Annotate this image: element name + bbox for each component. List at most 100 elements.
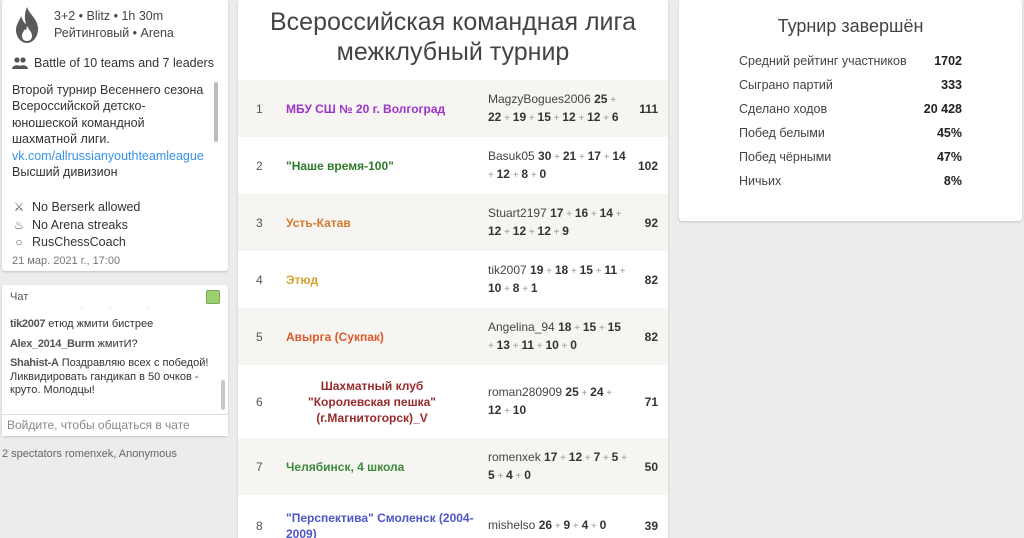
team-rank: 2 (256, 158, 263, 173)
chat-username[interactable]: tik2007 (10, 318, 46, 330)
stat-value: 333 (941, 78, 962, 92)
plus-sign: + (501, 405, 513, 417)
group-icon (12, 57, 28, 69)
circle-icon: ○ (15, 235, 23, 249)
stat-value: 20 428 (923, 102, 962, 116)
plus-sign: + (550, 226, 563, 238)
team-name[interactable]: Авырга (Сукпак) (286, 308, 488, 365)
stats-title: Турнир завершён (777, 16, 924, 36)
plus-sign: + (534, 340, 546, 352)
plus-sign: + (592, 265, 605, 277)
player-score: 16 (574, 205, 589, 220)
player-name[interactable]: Stuart2197 (488, 206, 547, 220)
chat-message: Alex_2014_Burm жмитИ? (10, 338, 220, 352)
plus-sign: + (488, 169, 497, 181)
creator-name[interactable]: RusChessCoach (32, 234, 126, 252)
plus-sign: + (571, 322, 583, 334)
plus-sign: + (526, 226, 538, 238)
chat-message: tik2007 етюд жмити бистрее (10, 318, 220, 332)
stat-value: 8% (943, 174, 962, 188)
leaders-text: Battle of 10 teams and 7 leaders (34, 56, 214, 70)
plus-sign: + (607, 94, 617, 106)
stat-label: Сделано ходов (739, 102, 828, 116)
chat-header: Чат (2, 285, 228, 304)
stat-row: Сделано ходов 20 428 (739, 97, 962, 121)
rule-no-streaks: ♨ No Arena streaks (12, 217, 218, 235)
player-score: 4 (506, 467, 513, 482)
team-total-score: 71 (644, 394, 658, 409)
chat-text: жмитИ? (97, 337, 138, 350)
spectators-list: 2 spectators romenxek, Anonymous (2, 448, 177, 460)
player-score: 14 (599, 205, 613, 220)
player-score: 0 (599, 518, 607, 532)
player-name[interactable]: tik2007 (488, 263, 527, 277)
player-name[interactable]: romenxek (488, 450, 541, 464)
top-players: roman280909 25 + 24 + 12 + 10 (488, 365, 628, 438)
stat-value: 47% (936, 150, 962, 164)
chat-username[interactable]: Alex_2014_Burm (10, 338, 95, 350)
stat-row: Сыграно партий 333 (739, 73, 962, 97)
team-name[interactable]: "Перспектива" Смоленск (2004-2009) (286, 495, 488, 538)
player-name[interactable]: MagzyBogues2006 (488, 92, 591, 106)
player-name[interactable]: Basuk05 (488, 149, 535, 163)
chat-toggle[interactable] (206, 290, 220, 304)
team-row[interactable]: 7 Челябинск, 4 школа romenxek 17 + 12 + 7 … (238, 438, 668, 495)
chat-scrollbar[interactable] (221, 380, 225, 410)
player-score: 12 (488, 402, 502, 417)
league-link[interactable]: vk.com/allrussianyouthteamleague (12, 149, 204, 163)
team-row[interactable]: 3 Усть-Катав Stuart2197 17 + 16 + 14 + 12 … (238, 194, 668, 251)
player-score: 22 (488, 109, 502, 124)
stat-value: 1702 (934, 54, 962, 68)
team-rank: 8 (256, 519, 263, 533)
plus-sign: + (588, 521, 600, 532)
top-players: Angelina_94 18 + 15 + 15 + 13 + 11 + 10 … (488, 308, 628, 365)
standings-panel: Всероссийская командная лига межклубный … (238, 0, 668, 538)
team-name[interactable]: "Наше время-100" (286, 137, 488, 194)
plus-sign: + (509, 340, 522, 352)
description-scrollbar[interactable] (214, 82, 218, 142)
player-score: 14 (612, 148, 626, 163)
player-score: 18 (558, 319, 572, 334)
top-players: mishelso 26 + 9 + 4 + 0 (488, 495, 628, 538)
player-name[interactable]: Angelina_94 (488, 320, 555, 334)
plus-sign: + (551, 151, 563, 163)
chat-message: Shahist-A Поздравляю всех с победой! Лик… (10, 357, 220, 398)
team-row[interactable]: 2 "Наше время-100" Basuk05 30 + 21 + 17 + … (238, 137, 668, 194)
team-total-score: 92 (644, 215, 658, 230)
player-name[interactable]: roman280909 (488, 385, 562, 399)
plus-sign: + (494, 470, 507, 482)
plus-sign: + (501, 112, 513, 124)
plus-sign: + (568, 265, 580, 277)
team-row[interactable]: 1 МБУ СШ № 20 г. Волгоград MagzyBogues2006… (238, 80, 668, 137)
plus-sign: + (582, 452, 594, 464)
tournament-header: 3+2 • Blitz • 1h 30m Рейтинговый • Arena (12, 6, 218, 44)
player-score: 12 (512, 223, 527, 238)
team-row[interactable]: 4 Этюд tik2007 19 + 18 + 15 + 11 + 10 + 8 … (238, 251, 668, 308)
player-score: 12 (496, 166, 510, 181)
team-row[interactable]: 5 Авырга (Сукпак) Angelina_94 18 + 15 + 15… (238, 308, 668, 365)
team-name[interactable]: Усть-Катав (286, 194, 488, 251)
team-name[interactable]: Челябинск, 4 школа (286, 438, 488, 495)
team-row[interactable]: 8 "Перспектива" Смоленск (2004-2009) mishe… (238, 495, 668, 538)
player-score: 15 (582, 319, 597, 334)
stat-label: Сыграно партий (739, 78, 833, 92)
team-name[interactable]: Этюд (286, 251, 488, 308)
chat-username[interactable]: Shahist-A (10, 357, 59, 369)
rule-creator: ○ RusChessCoach (12, 234, 218, 252)
player-score: 18 (554, 262, 569, 277)
chat-input[interactable]: Войдите, чтобы общаться в чате (2, 414, 228, 436)
player-score: 19 (530, 262, 544, 277)
game-type: 3+2 • Blitz • 1h 30m (54, 9, 164, 23)
player-score: 24 (590, 384, 604, 399)
team-row[interactable]: 6 Шахматный клуб "Королевская пешка" (г.М… (238, 365, 668, 438)
player-score: 30 (538, 148, 552, 163)
plus-sign: + (578, 387, 591, 399)
title-line-1: Всероссийская командная лига (269, 8, 636, 36)
chat-text: етюд жмити бистрее (48, 318, 154, 330)
stat-label: Побед белыми (739, 126, 825, 140)
stat-row: Ничьих 8% (739, 169, 962, 193)
team-name[interactable]: Шахматный клуб "Королевская пешка" (г.Ма… (286, 365, 488, 438)
team-name[interactable]: МБУ СШ № 20 г. Волгоград (286, 80, 488, 137)
plus-sign: + (603, 387, 613, 399)
player-name[interactable]: mishelso (488, 518, 535, 532)
